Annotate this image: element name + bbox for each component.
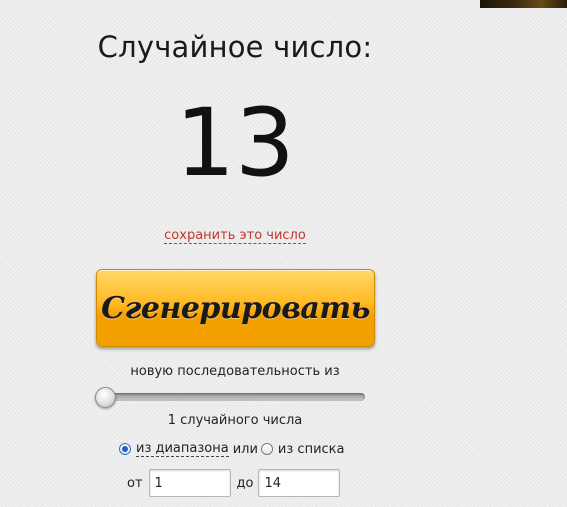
list-mode-radio[interactable]	[260, 443, 273, 455]
to-label: до	[236, 475, 254, 491]
range-mode-label[interactable]: из диапазона	[136, 441, 229, 457]
count-slider-track[interactable]	[97, 393, 365, 401]
random-number-result: 13	[175, 89, 295, 198]
corner-image-fragment	[480, 0, 567, 8]
generate-button-label: Сгенерировать	[101, 290, 370, 326]
generate-button[interactable]: Сгенерировать	[96, 269, 375, 347]
or-label: или	[232, 441, 258, 457]
save-number-container: сохранить это число	[0, 228, 470, 244]
range-inputs: от до	[127, 469, 341, 497]
range-mode-radio[interactable]	[119, 443, 131, 455]
from-label: от	[127, 475, 143, 491]
mode-selector: из диапазона или из списка	[119, 441, 344, 457]
list-mode-label[interactable]: из списка	[278, 442, 345, 457]
range-from-input[interactable]	[148, 469, 231, 497]
range-to-input[interactable]	[258, 469, 341, 497]
page-title: Случайное число:	[97, 30, 373, 64]
count-label: 1 случайного числа	[167, 413, 303, 428]
sequence-label: новую последовательность из	[130, 364, 340, 379]
count-slider-handle[interactable]	[95, 387, 116, 408]
save-number-link[interactable]: сохранить это число	[164, 228, 306, 244]
